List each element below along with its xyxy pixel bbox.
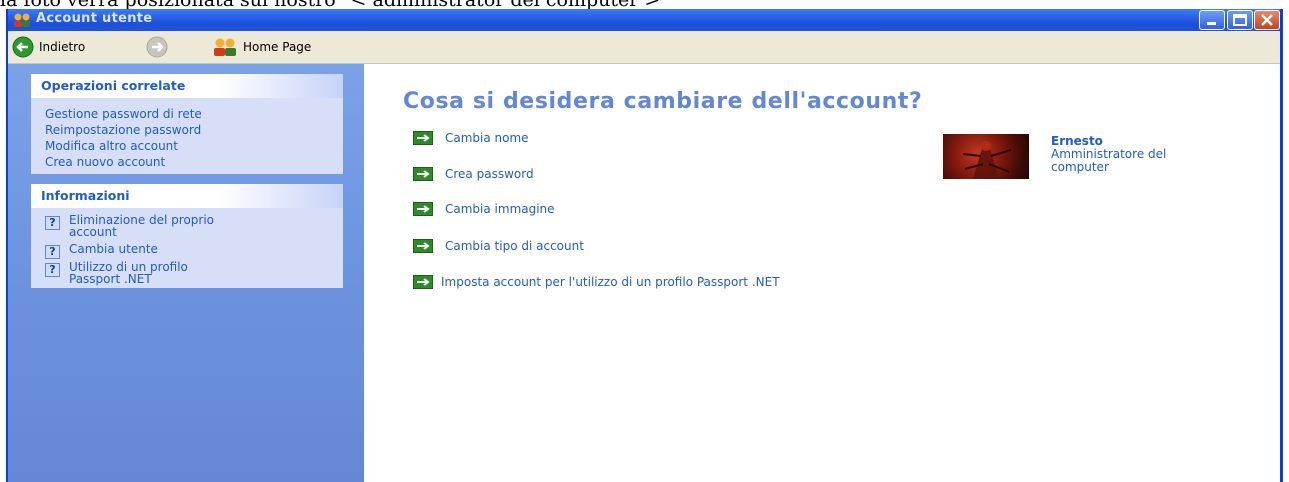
minimize-icon — [1207, 22, 1216, 25]
green-arrow-icon — [413, 131, 433, 145]
user-avatar[interactable] — [943, 134, 1029, 179]
green-arrow-icon — [413, 167, 433, 181]
maximize-button[interactable] — [1227, 10, 1253, 30]
back-label: Indietro — [39, 40, 86, 54]
task-pane: Operazioni correlate Gestione password d… — [8, 64, 364, 482]
action-change-account-type[interactable]: Cambia tipo di account — [413, 239, 584, 253]
main-content: Cosa si desidera cambiare dell'account? … — [365, 64, 1280, 482]
home-page-button[interactable]: Home Page — [212, 36, 311, 58]
maximize-icon — [1233, 14, 1247, 26]
account-window: Account utente Indietro Home Page Operaz… — [6, 9, 1283, 482]
user-name: Ernesto — [1051, 134, 1103, 148]
toolbar: Indietro Home Page — [8, 31, 1280, 64]
help-icon: ? — [45, 216, 60, 230]
forward-arrow-icon — [146, 36, 168, 58]
close-button[interactable] — [1254, 10, 1280, 30]
home-page-label: Home Page — [243, 40, 312, 54]
back-arrow-icon — [12, 36, 34, 58]
info-title: Informazioni — [31, 184, 343, 208]
help-icon: ? — [45, 263, 60, 277]
page-title: Cosa si desidera cambiare dell'account? — [403, 89, 923, 114]
link-reset-password[interactable]: Reimpostazione password — [45, 122, 333, 138]
window-title: Account utente — [36, 11, 153, 26]
help-icon: ? — [45, 245, 60, 259]
back-button[interactable]: Indietro — [12, 36, 85, 58]
green-arrow-icon — [413, 239, 433, 253]
link-create-account[interactable]: Crea nuovo account — [45, 154, 333, 170]
info-item-passport[interactable]: ? Utilizzo di un profilo Passport .NET — [41, 261, 333, 285]
info-panel: Informazioni ? Eliminazione del proprio … — [31, 184, 343, 288]
close-icon — [1261, 14, 1273, 26]
action-create-password[interactable]: Crea password — [413, 167, 534, 181]
info-item-delete-account[interactable]: ? Eliminazione del proprio account — [41, 214, 333, 238]
action-setup-passport[interactable]: Imposta account per l'utilizzo di un pro… — [413, 275, 780, 289]
action-change-picture[interactable]: Cambia immagine — [413, 202, 555, 216]
green-arrow-icon — [413, 275, 433, 289]
green-arrow-icon — [413, 202, 433, 216]
user-role: Amministratore del computer — [1051, 147, 1167, 174]
users-icon — [14, 13, 30, 27]
related-tasks-title: Operazioni correlate — [31, 74, 343, 98]
title-bar[interactable]: Account utente — [8, 9, 1280, 31]
home-users-icon — [214, 38, 236, 56]
related-tasks-panel: Operazioni correlate Gestione password d… — [31, 74, 343, 174]
minimize-button[interactable] — [1199, 10, 1225, 30]
forward-button[interactable] — [146, 36, 168, 58]
info-item-switch-user[interactable]: ? Cambia utente — [41, 243, 333, 259]
link-change-other-account[interactable]: Modifica altro account — [45, 138, 333, 154]
link-network-passwords[interactable]: Gestione password di rete — [45, 106, 333, 122]
action-change-name[interactable]: Cambia nome — [413, 131, 529, 145]
user-picture — [962, 141, 1012, 179]
